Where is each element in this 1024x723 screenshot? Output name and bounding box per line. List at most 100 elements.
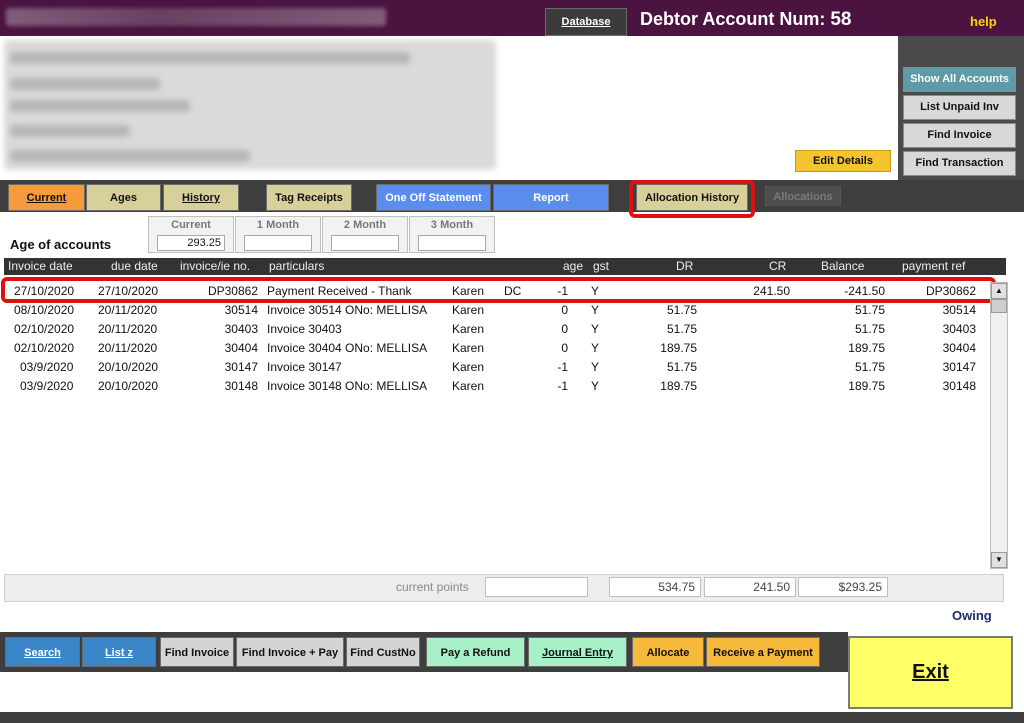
cell-invoice-no: 30404 — [224, 341, 258, 355]
bottom-strip — [0, 712, 1024, 723]
column-balance[interactable]: Balance — [821, 259, 864, 273]
cell-due-date: 20/10/2020 — [98, 360, 159, 374]
redacted-line — [10, 100, 190, 112]
cell-dr: 189.75 — [660, 379, 697, 393]
tab-report[interactable]: Report — [493, 184, 609, 211]
find-custno-button[interactable]: Find CustNo — [346, 637, 420, 667]
cell-balance: 51.75 — [854, 360, 885, 374]
column-gst[interactable]: gst — [593, 259, 609, 273]
pay-refund-button[interactable]: Pay a Refund — [426, 637, 525, 667]
allocation-history-highlight — [629, 180, 755, 218]
account-number: 58 — [830, 9, 852, 30]
age-box-value[interactable] — [418, 235, 486, 251]
age-box-value[interactable] — [331, 235, 399, 251]
age-box-value[interactable] — [244, 235, 312, 251]
age-of-accounts-title: Age of accounts — [10, 237, 112, 252]
cell-staff: Karen — [452, 341, 485, 355]
column-age[interactable]: age — [563, 259, 583, 273]
search-button[interactable]: Search — [5, 637, 80, 667]
cell-dr: 51.75 — [666, 360, 697, 374]
cell-staff: Karen — [452, 360, 485, 374]
cell-age: -1 — [557, 379, 568, 393]
redacted-line — [10, 52, 410, 64]
table-row[interactable]: 08/10/2020 20/11/2020 30514 Invoice 3051… — [4, 301, 990, 320]
tab-ages[interactable]: Ages — [86, 184, 161, 211]
cell-invoice-date: 08/10/2020 — [14, 303, 75, 317]
tab-allocations[interactable]: Allocations — [765, 186, 841, 206]
table-scrollbar[interactable]: ▲ ▼ — [990, 282, 1008, 569]
cell-payment-ref: 30148 — [942, 379, 976, 393]
age-box-2-month: 2 Month — [322, 216, 408, 253]
redacted-title — [6, 8, 386, 26]
age-box-label: 1 Month — [256, 219, 300, 231]
cell-due-date: 20/10/2020 — [98, 379, 159, 393]
cell-particulars: Invoice 30403 — [267, 322, 342, 336]
cr-total: 241.50 — [704, 577, 796, 597]
cell-payment-ref: 30404 — [942, 341, 976, 355]
redacted-line — [10, 150, 250, 162]
cell-balance: 189.75 — [848, 379, 885, 393]
cell-payment-ref: 30403 — [942, 322, 976, 336]
tab-tag-receipts[interactable]: Tag Receipts — [266, 184, 352, 211]
cell-staff: Karen — [452, 322, 485, 336]
scroll-down-arrow-icon[interactable]: ▼ — [991, 552, 1007, 568]
list-unpaid-invoices-button[interactable]: List Unpaid Inv — [903, 95, 1016, 120]
cell-particulars: Invoice 30148 ONo: MELLISA — [267, 379, 428, 393]
cell-particulars: Invoice 30147 — [267, 360, 342, 374]
cell-due-date: 20/11/2020 — [98, 322, 158, 336]
table-row[interactable]: 02/10/2020 20/11/2020 30404 Invoice 3040… — [4, 339, 990, 358]
cell-payment-ref: 30514 — [942, 303, 976, 317]
table-row[interactable]: 02/10/2020 20/11/2020 30403 Invoice 3040… — [4, 320, 990, 339]
account-label: Debtor Account Num: — [640, 9, 826, 29]
age-box-label: 2 Month — [343, 219, 387, 231]
cell-due-date: 20/11/2020 — [98, 341, 158, 355]
cell-invoice-no: 30514 — [224, 303, 258, 317]
age-box-value[interactable]: 293.25 — [157, 235, 225, 251]
cell-invoice-no: 30147 — [224, 360, 258, 374]
selected-row-highlight — [1, 277, 996, 303]
find-invoice-side-button[interactable]: Find Invoice — [903, 123, 1016, 148]
exit-button[interactable]: Exit — [848, 636, 1013, 709]
cell-invoice-date: 03/9/2020 — [20, 360, 74, 374]
column-payment-ref[interactable]: payment ref — [902, 259, 965, 273]
cell-dr: 51.75 — [666, 303, 697, 317]
cell-gst: Y — [591, 379, 600, 393]
cell-dr: 51.75 — [666, 322, 697, 336]
find-transaction-button[interactable]: Find Transaction — [903, 151, 1016, 176]
edit-details-button[interactable]: Edit Details — [795, 150, 891, 172]
owing-label: Owing — [952, 608, 992, 623]
column-dr[interactable]: DR — [676, 259, 693, 273]
cell-gst: Y — [591, 341, 600, 355]
find-invoice-button[interactable]: Find Invoice — [160, 637, 234, 667]
cell-gst: Y — [591, 303, 600, 317]
cell-age: 0 — [561, 341, 568, 355]
tab-current[interactable]: Current — [8, 184, 85, 211]
age-box-label: Current — [171, 219, 211, 231]
cell-staff: Karen — [452, 379, 485, 393]
journal-entry-button[interactable]: Journal Entry — [528, 637, 627, 667]
age-box-1-month: 1 Month — [235, 216, 321, 253]
cell-invoice-date: 03/9/2020 — [20, 379, 74, 393]
find-invoice-pay-button[interactable]: Find Invoice + Pay — [236, 637, 344, 667]
cell-particulars: Invoice 30514 ONo: MELLISA — [267, 303, 428, 317]
cell-age: 0 — [561, 303, 568, 317]
current-points-field[interactable] — [485, 577, 588, 597]
show-all-accounts-button[interactable]: Show All Accounts — [903, 67, 1016, 92]
table-row[interactable]: 03/9/2020 20/10/2020 30148 Invoice 30148… — [4, 377, 990, 396]
help-link[interactable]: help — [970, 14, 997, 29]
allocate-button[interactable]: Allocate — [632, 637, 704, 667]
column-invoice-no[interactable]: invoice/ie no. — [180, 259, 250, 273]
tab-one-off-statement[interactable]: One Off Statement — [376, 184, 491, 211]
column-due-date[interactable]: due date — [111, 259, 158, 273]
scroll-up-arrow-icon[interactable]: ▲ — [991, 283, 1007, 299]
tab-history[interactable]: History — [163, 184, 239, 211]
column-cr[interactable]: CR — [769, 259, 786, 273]
scroll-thumb[interactable] — [991, 299, 1007, 313]
cell-balance: 189.75 — [848, 341, 885, 355]
column-particulars[interactable]: particulars — [269, 259, 324, 273]
receive-payment-button[interactable]: Receive a Payment — [706, 637, 820, 667]
list-z-button[interactable]: List z — [82, 637, 156, 667]
column-invoice-date[interactable]: Invoice date — [8, 259, 73, 273]
table-row[interactable]: 03/9/2020 20/10/2020 30147 Invoice 30147… — [4, 358, 990, 377]
database-button[interactable]: Database — [545, 8, 627, 36]
